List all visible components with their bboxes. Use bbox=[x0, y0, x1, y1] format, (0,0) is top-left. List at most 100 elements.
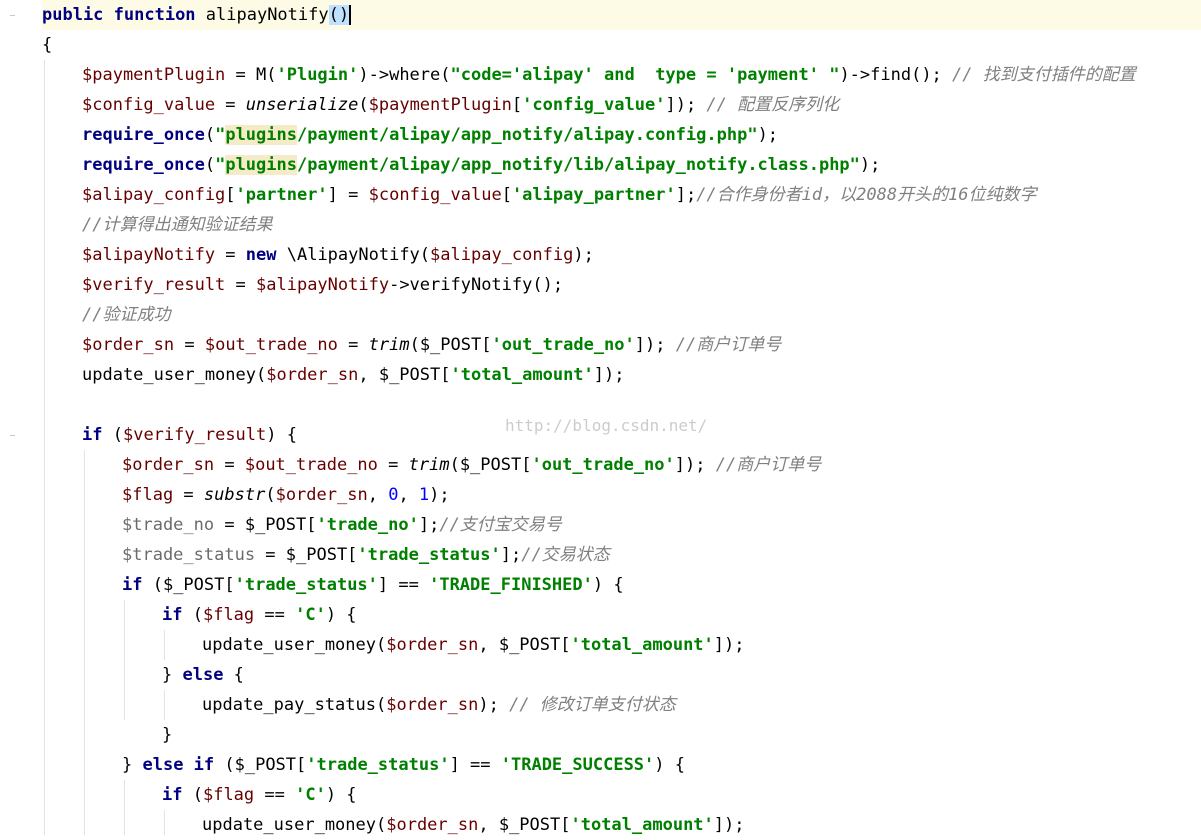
code-token: ( bbox=[204, 125, 216, 145]
code-token: $out_trade_no bbox=[244, 455, 378, 475]
fold-marker[interactable] bbox=[10, 15, 15, 16]
code-line[interactable]: update_pay_status($order_sn); // 修改订单支付状… bbox=[42, 690, 1201, 720]
code-line[interactable]: } else { bbox=[42, 660, 1201, 690]
code-line[interactable]: $order_sn = $out_trade_no = trim($_POST[… bbox=[42, 450, 1201, 480]
code-token: ($_POST[ bbox=[152, 575, 235, 595]
code-line[interactable]: //验证成功 bbox=[42, 300, 1201, 330]
code-line[interactable]: require_once("plugins/payment/alipay/app… bbox=[42, 120, 1201, 150]
code-line[interactable]: $flag = substr($order_sn, 0, 1); bbox=[42, 480, 1201, 510]
code-line[interactable]: update_user_money($order_sn, $_POST['tot… bbox=[42, 360, 1201, 390]
code-token: public bbox=[42, 5, 114, 25]
code-line[interactable]: $config_value = unserialize($paymentPlug… bbox=[42, 90, 1201, 120]
code-token: , $_POST[ bbox=[358, 365, 451, 385]
code-line-content: update_pay_status($order_sn); // 修改订单支付状… bbox=[202, 695, 676, 715]
fold-marker[interactable] bbox=[10, 435, 15, 436]
code-line[interactable]: $alipay_config['partner'] = $config_valu… bbox=[42, 180, 1201, 210]
code-token: //商户订单号 bbox=[675, 335, 782, 355]
code-token: , $_POST[ bbox=[478, 635, 571, 655]
code-token: ); bbox=[429, 485, 450, 505]
code-token: { bbox=[233, 665, 244, 685]
code-line[interactable]: } else if ($_POST['trade_status'] == 'TR… bbox=[42, 750, 1201, 780]
code-line[interactable]: if ($flag == 'C') { bbox=[42, 600, 1201, 630]
code-token: ]); bbox=[665, 95, 707, 115]
code-token: = bbox=[173, 485, 204, 505]
code-token: } bbox=[162, 665, 183, 685]
code-line-content: $paymentPlugin = M('Plugin')->where("cod… bbox=[82, 65, 1136, 85]
code-line-content: //验证成功 bbox=[82, 305, 170, 325]
code-line[interactable]: $verify_result = $alipayNotify->verifyNo… bbox=[42, 270, 1201, 300]
code-line[interactable]: update_user_money($order_sn, $_POST['tot… bbox=[42, 810, 1201, 840]
code-token: = bbox=[215, 95, 246, 115]
code-token: ]; bbox=[418, 515, 440, 535]
code-line-content: } else { bbox=[162, 665, 244, 685]
code-line-content: if ($flag == 'C') { bbox=[162, 785, 357, 805]
code-token: new bbox=[245, 245, 287, 265]
code-line[interactable]: $trade_no = $_POST['trade_no'];//支付宝交易号 bbox=[42, 510, 1201, 540]
code-token: require_once bbox=[82, 125, 205, 145]
code-token: ( bbox=[265, 485, 276, 505]
code-line[interactable]: $alipayNotify = new \AlipayNotify($alipa… bbox=[42, 240, 1201, 270]
code-token: = bbox=[377, 455, 409, 475]
code-token: 'trade_no' bbox=[316, 515, 419, 535]
code-line[interactable]: //计算得出通知验证结果 bbox=[42, 210, 1201, 240]
code-token: $config_value bbox=[82, 95, 216, 115]
code-token: $paymentPlugin bbox=[82, 65, 226, 85]
code-line[interactable]: update_user_money($order_sn, $_POST['tot… bbox=[42, 630, 1201, 660]
code-token: 'config_value' bbox=[522, 95, 666, 115]
code-token: $order_sn bbox=[266, 365, 359, 385]
code-line-content: if ($_POST['trade_status'] == 'TRADE_FIN… bbox=[122, 575, 624, 595]
code-token: 'out_trade_no' bbox=[491, 335, 635, 355]
code-token: ( bbox=[192, 785, 203, 805]
code-line-content: require_once("plugins/payment/alipay/app… bbox=[82, 125, 778, 145]
code-line-content: $alipay_config['partner'] = $config_valu… bbox=[82, 185, 1037, 205]
code-line[interactable]: require_once("plugins/payment/alipay/app… bbox=[42, 150, 1201, 180]
code-token: $config_value bbox=[368, 185, 502, 205]
code-line-content: $config_value = unserialize($paymentPlug… bbox=[82, 95, 839, 115]
code-line-content: $alipayNotify = new \AlipayNotify($alipa… bbox=[82, 245, 594, 265]
code-token: $order_sn bbox=[82, 335, 175, 355]
code-token: $alipayNotify bbox=[82, 245, 216, 265]
code-token: $order_sn bbox=[386, 815, 479, 835]
code-line[interactable]: } bbox=[42, 720, 1201, 750]
code-token: 'C' bbox=[295, 785, 326, 805]
code-line-content: if ($verify_result) { bbox=[82, 425, 297, 445]
code-token: ( bbox=[192, 605, 203, 625]
code-token: ( bbox=[358, 95, 369, 115]
code-token: if bbox=[82, 425, 113, 445]
code-line[interactable]: { bbox=[42, 30, 1201, 60]
code-token: ( bbox=[204, 155, 216, 175]
code-token: = bbox=[215, 245, 246, 265]
code-line[interactable]: $trade_status = $_POST['trade_status'];/… bbox=[42, 540, 1201, 570]
code-token: ($_POST[ bbox=[409, 335, 492, 355]
code-token: update_user_money( bbox=[82, 365, 267, 385]
code-token: $order_sn bbox=[122, 455, 215, 475]
code-token: ]; bbox=[500, 545, 522, 565]
code-token: 1 bbox=[418, 485, 430, 505]
code-line-content: //计算得出通知验证结果 bbox=[82, 215, 272, 235]
code-token: require_once bbox=[82, 155, 205, 175]
code-token: if bbox=[162, 785, 193, 805]
editor-gutter bbox=[0, 0, 26, 835]
code-token: $alipay_config bbox=[82, 185, 226, 205]
code-line[interactable]: public function alipayNotify() bbox=[42, 0, 1201, 30]
code-token: 'TRADE_FINISHED' bbox=[429, 575, 593, 595]
code-line[interactable]: if ($_POST['trade_status'] == 'TRADE_FIN… bbox=[42, 570, 1201, 600]
code-token: = $_POST[ bbox=[255, 545, 358, 565]
code-line[interactable]: $paymentPlugin = M('Plugin')->where("cod… bbox=[42, 60, 1201, 90]
code-token: = bbox=[174, 335, 205, 355]
code-line[interactable]: if ($flag == 'C') { bbox=[42, 780, 1201, 810]
code-token: trim bbox=[368, 335, 410, 355]
code-token: } bbox=[162, 725, 173, 745]
code-token: [ bbox=[501, 185, 512, 205]
code-token: 'alipay_partner' bbox=[511, 185, 676, 205]
code-token: } bbox=[122, 755, 143, 775]
code-token: //支付宝交易号 bbox=[439, 515, 562, 535]
code-line[interactable]: $order_sn = $out_trade_no = trim($_POST[… bbox=[42, 330, 1201, 360]
code-line-content: $order_sn = $out_trade_no = trim($_POST[… bbox=[122, 455, 821, 475]
code-token: { bbox=[42, 35, 53, 55]
code-token: /payment/alipay/app_notify/alipay.config… bbox=[296, 125, 758, 145]
code-token: $flag bbox=[202, 785, 255, 805]
code-token: , bbox=[367, 485, 389, 505]
code-token: ] == bbox=[449, 755, 501, 775]
code-line-content: update_user_money($order_sn, $_POST['tot… bbox=[202, 815, 745, 835]
